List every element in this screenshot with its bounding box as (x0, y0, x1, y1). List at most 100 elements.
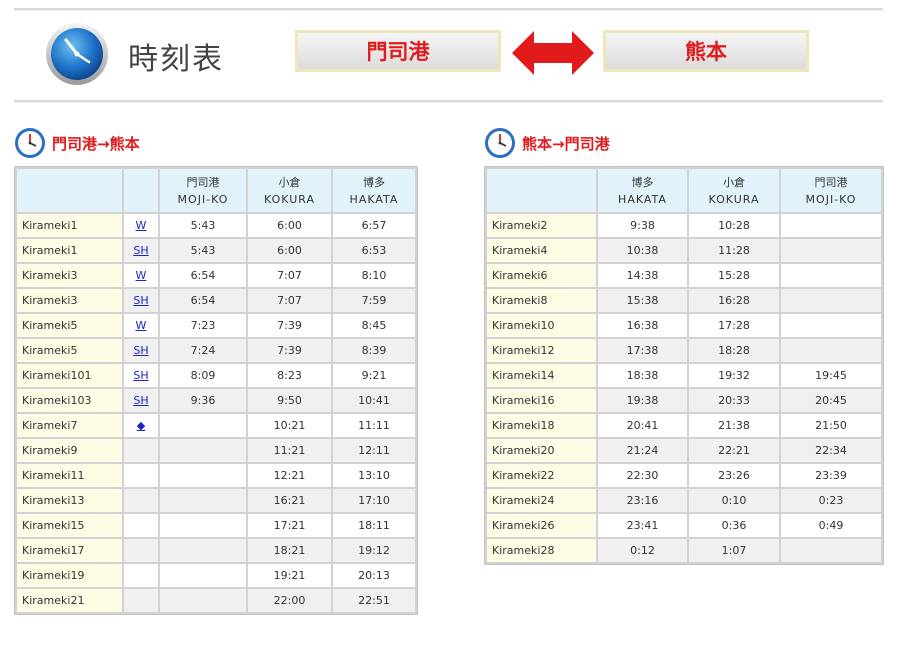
time-hakata: 19:38 (598, 389, 687, 412)
clock-icon (15, 128, 45, 158)
train-name: Kirameki3 (17, 264, 122, 287)
time-hakata: 19:12 (333, 539, 415, 562)
time-hakata: 11:11 (333, 414, 415, 437)
time-hakata: 13:10 (333, 464, 415, 487)
table-row: Kirameki28 0:12 1:07 (487, 539, 881, 562)
time-kokura: 10:28 (689, 214, 779, 237)
table-row: Kirameki12 17:38 18:28 (487, 339, 881, 362)
time-moji: 9:36 (160, 389, 246, 412)
train-name: Kirameki1 (17, 214, 122, 237)
car-type-link[interactable]: SH (133, 369, 148, 382)
from-station-button[interactable]: 門司港 (295, 30, 501, 72)
train-name: Kirameki24 (487, 489, 596, 512)
time-hakata: 12:11 (333, 439, 415, 462)
time-kokura: 8:23 (248, 364, 331, 387)
table-row: Kirameki21 22:00 22:51 (17, 589, 415, 612)
time-moji: 21:50 (781, 414, 881, 437)
time-hakata: 23:16 (598, 489, 687, 512)
section-heading-inbound: 熊本→門司港 (484, 127, 610, 159)
time-kokura: 11:28 (689, 239, 779, 262)
train-name: Kirameki12 (487, 339, 596, 362)
time-kokura: 0:10 (689, 489, 779, 512)
table-row: Kirameki103 SH 9:36 9:50 10:41 (17, 389, 415, 412)
car-type-link[interactable]: ◆ (137, 419, 145, 432)
time-moji (781, 214, 881, 237)
car-type-cell (124, 439, 158, 462)
car-type-link[interactable]: SH (133, 344, 148, 357)
table-row: Kirameki13 16:21 17:10 (17, 489, 415, 512)
time-hakata: 0:12 (598, 539, 687, 562)
time-moji (781, 289, 881, 312)
column-header-romaji: MOJI-KO (177, 192, 229, 206)
table-row: Kirameki24 23:16 0:10 0:23 (487, 489, 881, 512)
train-name: Kirameki101 (17, 364, 122, 387)
time-kokura: 7:39 (248, 339, 331, 362)
table-row: Kirameki10 16:38 17:28 (487, 314, 881, 337)
table-row: Kirameki18 20:41 21:38 21:50 (487, 414, 881, 437)
car-type-link[interactable]: SH (133, 244, 148, 257)
to-station-button[interactable]: 熊本 (603, 30, 809, 72)
time-hakata: 6:53 (333, 239, 415, 262)
column-header-romaji: HAKATA (349, 192, 399, 206)
timetable-outbound: 門司港 MOJI-KO 小倉 KOKURA 博多 HAKATA Kirameki1 W 5:4… (14, 166, 418, 615)
header-divider (14, 100, 883, 103)
time-kokura: 7:07 (248, 289, 331, 312)
time-hakata: 10:41 (333, 389, 415, 412)
train-name: Kirameki6 (487, 264, 596, 287)
time-moji: 0:23 (781, 489, 881, 512)
table-row: Kirameki5 W 7:23 7:39 8:45 (17, 314, 415, 337)
car-type-link[interactable]: W (136, 219, 147, 232)
train-name: Kirameki21 (17, 589, 122, 612)
column-header-romaji: HAKATA (618, 192, 667, 206)
time-kokura: 7:07 (248, 264, 331, 287)
train-name: Kirameki18 (487, 414, 596, 437)
time-moji (160, 539, 246, 562)
train-name: Kirameki14 (487, 364, 596, 387)
train-name: Kirameki5 (17, 339, 122, 362)
time-moji: 6:54 (160, 289, 246, 312)
time-hakata: 17:38 (598, 339, 687, 362)
train-name: Kirameki28 (487, 539, 596, 562)
time-kokura: 22:21 (689, 439, 779, 462)
table-row: Kirameki7 ◆ 10:21 11:11 (17, 414, 415, 437)
car-type-link[interactable]: SH (133, 294, 148, 307)
time-kokura: 18:28 (689, 339, 779, 362)
time-moji (781, 239, 881, 262)
table-row: Kirameki4 10:38 11:28 (487, 239, 881, 262)
time-hakata: 8:10 (333, 264, 415, 287)
time-kokura: 6:00 (248, 239, 331, 262)
train-name: Kirameki15 (17, 514, 122, 537)
section-heading-outbound: 門司港→熊本 (14, 127, 140, 159)
time-kokura: 17:28 (689, 314, 779, 337)
car-type-cell (124, 589, 158, 612)
time-kokura: 10:21 (248, 414, 331, 437)
time-hakata: 18:38 (598, 364, 687, 387)
table-row: Kirameki16 19:38 20:33 20:45 (487, 389, 881, 412)
column-header-station: 小倉 (278, 175, 301, 189)
swap-direction-icon[interactable] (512, 31, 594, 75)
car-type-cell: W (124, 214, 158, 237)
time-hakata: 15:38 (598, 289, 687, 312)
column-header: 小倉 KOKURA (248, 169, 331, 212)
car-type-link[interactable]: SH (133, 394, 148, 407)
time-kokura: 16:21 (248, 489, 331, 512)
column-header-station: 博多 (363, 175, 385, 189)
car-type-link[interactable]: W (136, 269, 147, 282)
section-title: 門司港→熊本 (52, 134, 140, 153)
column-header: 門司港 MOJI-KO (160, 169, 246, 212)
train-name: Kirameki16 (487, 389, 596, 412)
time-hakata: 21:24 (598, 439, 687, 462)
car-type-link[interactable]: W (136, 319, 147, 332)
time-kokura: 11:21 (248, 439, 331, 462)
time-hakata: 22:51 (333, 589, 415, 612)
time-moji: 5:43 (160, 214, 246, 237)
time-hakata: 23:41 (598, 514, 687, 537)
time-moji (160, 414, 246, 437)
table-row: Kirameki22 22:30 23:26 23:39 (487, 464, 881, 487)
time-moji: 19:45 (781, 364, 881, 387)
section-title: 熊本→門司港 (522, 134, 610, 153)
car-type-cell: SH (124, 339, 158, 362)
time-hakata: 6:57 (333, 214, 415, 237)
train-name: Kirameki19 (17, 564, 122, 587)
table-row: Kirameki26 23:41 0:36 0:49 (487, 514, 881, 537)
